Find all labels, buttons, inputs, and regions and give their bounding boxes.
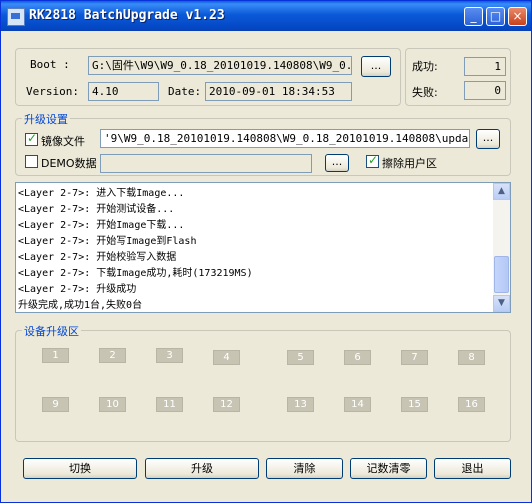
device-slot: 5 [287,350,314,365]
device-slot: 12 [213,397,240,412]
device-slot: 10 [99,397,126,412]
device-upgrade-title: 设备升级区 [22,323,81,339]
upgrade-settings-title: 升级设置 [22,111,70,127]
log-line: <Layer 2-7>: 开始Image下载... [18,220,185,231]
boot-browse-button[interactable]: ... [361,56,391,77]
maximize-button[interactable]: □ [486,7,505,26]
stats-group: 成功: 1 失败: 0 [405,48,511,106]
reset-count-button[interactable]: 记数清零 [350,458,427,479]
device-slot: 3 [156,348,183,363]
log-line: <Layer 2-7>: 开始写Image到Flash [18,236,197,247]
demo-browse-button[interactable]: ... [325,154,349,172]
upgrade-button[interactable]: 升级 [145,458,259,479]
device-slot: 14 [344,397,371,412]
device-slot: 6 [344,350,371,365]
fail-label: 失败: [412,86,438,99]
log-line: <Layer 2-7>: 进入下载Image... [18,188,185,199]
switch-button[interactable]: 切换 [23,458,137,479]
device-slot: 4 [213,350,240,365]
log-line: <Layer 2-7>: 升级成功 [18,284,137,295]
demo-path-field[interactable] [100,154,312,173]
image-browse-button[interactable]: ... [476,129,500,149]
exit-button[interactable]: 退出 [434,458,511,479]
device-slot: 9 [42,397,69,412]
demo-label: DEMO数据 [41,157,97,170]
image-file-checkbox[interactable] [25,131,38,146]
demo-checkbox[interactable] [25,155,38,168]
date-field: 2010-09-01 18:34:53 [205,82,352,101]
device-slot: 13 [287,397,314,412]
boot-path-field[interactable]: G:\固件\W9\W9_0.18_20101019.140808\W9_0.18… [88,56,352,75]
title-bar[interactable]: RK2818 BatchUpgrade v1.23 _ □ × [1,1,531,31]
log-line: 升级完成,成功1台,失败0台 [18,300,143,311]
log-line: <Layer 2-7>: 下载Image成功,耗时(173219MS) [18,268,253,279]
device-slot: 15 [401,397,428,412]
info-group: Boot : G:\固件\W9\W9_0.18_20101019.140808\… [15,48,401,106]
window-title: RK2818 BatchUpgrade v1.23 [29,8,225,23]
success-count: 1 [464,57,506,76]
device-slot: 1 [42,348,69,363]
main-window: RK2818 BatchUpgrade v1.23 _ □ × Boot : G… [0,0,532,503]
minimize-button[interactable]: _ [464,7,483,26]
device-upgrade-group: 设备升级区 1 2 3 4 5 6 7 8 9 10 11 12 13 14 1… [15,323,511,442]
image-path-field[interactable]: '9\W9_0.18_20101019.140808\W9_0.18_20101… [100,129,470,148]
device-slot: 16 [458,397,485,412]
log-textbox[interactable]: <Layer 2-7>: 进入下载Image... <Layer 2-7>: 开… [15,182,511,313]
date-label: Date: [168,85,202,98]
fail-count: 0 [464,81,506,100]
scroll-thumb[interactable] [494,256,509,293]
device-slot: 2 [99,348,126,363]
log-scrollbar[interactable]: ▲ ▼ [493,183,510,312]
close-button[interactable]: × [508,7,527,26]
device-slot: 11 [156,397,183,412]
device-slot: 7 [401,350,428,365]
log-line: <Layer 2-7>: 开始测试设备... [18,204,175,215]
device-slot: 8 [458,350,485,365]
version-field: 4.10 [88,82,159,101]
scroll-down-icon[interactable]: ▼ [493,295,510,312]
image-file-label: 镜像文件 [41,135,85,148]
erase-user-area-label: 擦除用户区 [382,157,437,170]
upgrade-settings-group: 升级设置 镜像文件 '9\W9_0.18_20101019.140808\W9_… [15,111,511,176]
version-label: Version: [26,85,79,98]
log-line: <Layer 2-7>: 开始校验写入数据 [18,252,177,263]
boot-label: Boot : [30,58,70,71]
scroll-up-icon[interactable]: ▲ [493,183,510,200]
success-label: 成功: [412,60,438,73]
app-icon [7,8,25,26]
erase-user-area-checkbox[interactable] [366,153,379,168]
clear-button[interactable]: 清除 [266,458,343,479]
